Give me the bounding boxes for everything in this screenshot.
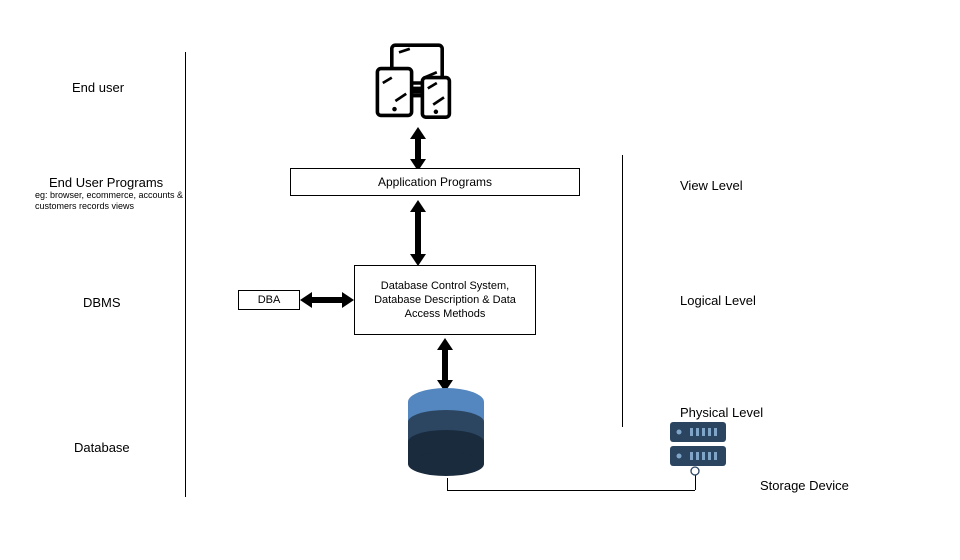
arrow-dbms-to-db: [435, 338, 455, 392]
box-dba-text: DBA: [258, 294, 281, 306]
connector-vert: [447, 478, 448, 490]
box-application-programs: Application Programs: [290, 168, 580, 196]
label-view-level: View Level: [680, 178, 743, 193]
box-application-programs-text: Application Programs: [378, 175, 492, 189]
label-end-user: End user: [72, 80, 124, 95]
label-database: Database: [74, 440, 130, 455]
label-end-user-programs: End User Programs: [49, 175, 163, 190]
devices-icon: [372, 38, 462, 128]
label-dbms: DBMS: [83, 295, 121, 310]
server-icon: [668, 418, 728, 470]
box-dbms-core-text: Database Control System, Database Descri…: [359, 279, 531, 322]
arrow-devices-to-apps: [408, 127, 428, 171]
label-logical-level: Logical Level: [680, 293, 756, 308]
box-dba: DBA: [238, 290, 300, 310]
left-divider: [185, 52, 186, 497]
label-end-user-programs-sub: eg: browser, ecommerce, accounts & custo…: [35, 190, 185, 212]
connector-horiz: [447, 490, 695, 491]
box-dbms-core: Database Control System, Database Descri…: [354, 265, 536, 335]
database-icon: [405, 388, 487, 480]
label-storage-device: Storage Device: [760, 478, 849, 493]
arrow-dba-to-core: [300, 290, 354, 310]
right-divider: [622, 155, 623, 427]
arrow-apps-to-dbms: [408, 200, 428, 266]
